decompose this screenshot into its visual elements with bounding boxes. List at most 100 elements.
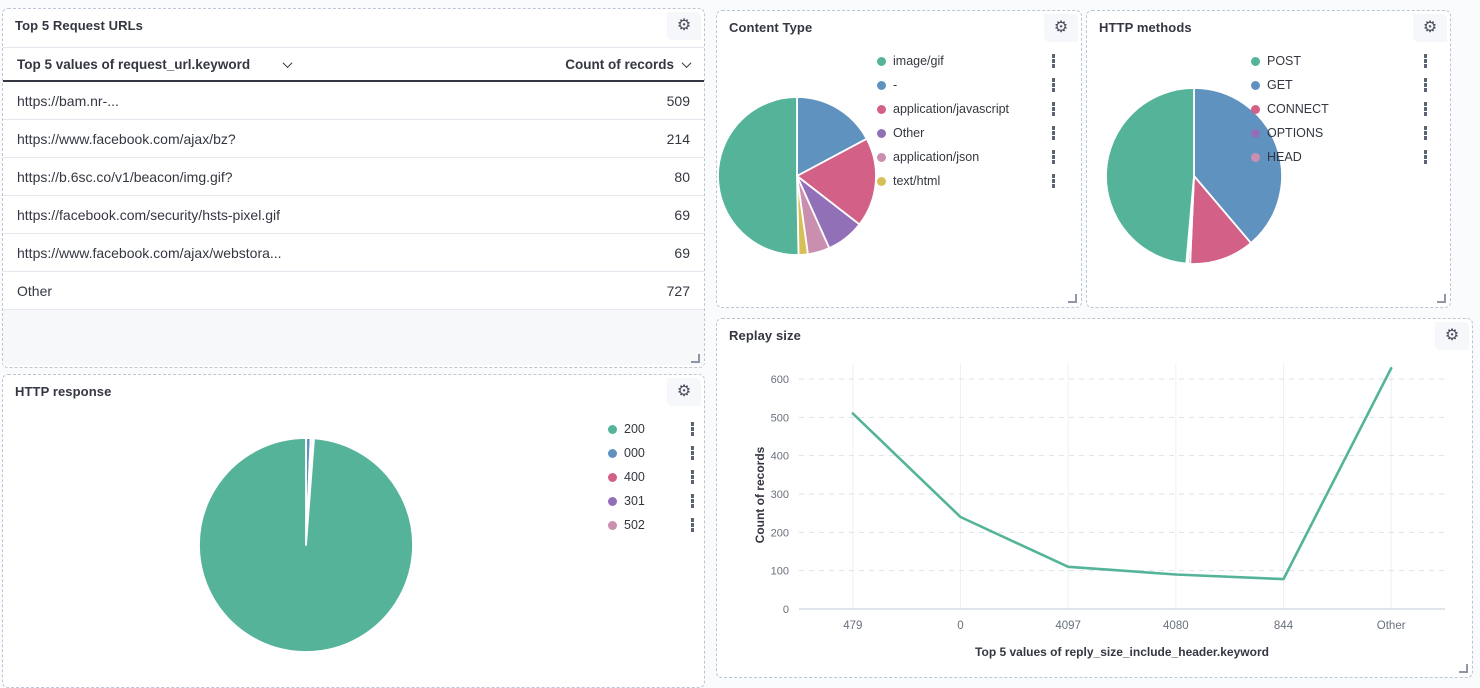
url-cell[interactable]: https://facebook.com/security/hsts-pixel…	[17, 207, 280, 223]
panel-title[interactable]: Top 5 Request URLs	[15, 18, 143, 33]
legend-actions-icon[interactable]	[689, 468, 697, 486]
legend-label[interactable]: POST	[1267, 54, 1301, 68]
count-cell[interactable]: 69	[674, 245, 690, 261]
legend-label[interactable]: OPTIONS	[1267, 126, 1323, 140]
pie-slice[interactable]	[718, 97, 798, 255]
legend-label[interactable]: text/html	[893, 174, 940, 188]
count-cell[interactable]: 727	[667, 283, 690, 299]
legend-actions-icon[interactable]	[1422, 100, 1430, 118]
legend-actions-icon[interactable]	[1422, 52, 1430, 70]
panel-resize-handle[interactable]	[1437, 294, 1446, 303]
panel-resize-handle[interactable]	[1459, 664, 1468, 673]
panel-resize-handle[interactable]	[1068, 294, 1077, 303]
legend-actions-icon[interactable]	[1050, 52, 1058, 70]
legend-item[interactable]: CONNECT	[1251, 97, 1429, 121]
legend-label[interactable]: application/json	[893, 150, 979, 164]
legend-label[interactable]: image/gif	[893, 54, 944, 68]
table-row[interactable]: https://www.facebook.com/ajax/webstora..…	[3, 234, 704, 272]
legend-item[interactable]: HEAD	[1251, 145, 1429, 169]
legend-label[interactable]: 502	[624, 518, 645, 532]
panel-http-methods: HTTP methods ⚙ POST GET CONNECT OPTIONS HEAD	[1086, 10, 1451, 308]
legend-item[interactable]: image/gif	[877, 49, 1057, 73]
url-cell[interactable]: https://www.facebook.com/ajax/webstora..…	[17, 245, 282, 261]
panel-settings-button[interactable]: ⚙	[667, 378, 701, 406]
legend-actions-icon[interactable]	[1050, 124, 1058, 142]
legend-item[interactable]: Other	[877, 121, 1057, 145]
legend-actions-icon[interactable]	[1422, 124, 1430, 142]
table-row[interactable]: https://bam.nr-... 509	[3, 82, 704, 120]
svg-text:500: 500	[771, 412, 789, 424]
svg-text:4080: 4080	[1163, 620, 1189, 632]
legend-label[interactable]: -	[893, 78, 897, 92]
panel-resize-handle[interactable]	[691, 354, 700, 363]
legend-item[interactable]: 400	[608, 465, 696, 489]
legend-label[interactable]: 301	[624, 494, 645, 508]
legend-actions-icon[interactable]	[689, 420, 697, 438]
legend-actions-icon[interactable]	[689, 492, 697, 510]
legend-actions-icon[interactable]	[689, 516, 697, 534]
legend-label[interactable]: Other	[893, 126, 924, 140]
url-cell[interactable]: https://b.6sc.co/v1/beacon/img.gif?	[17, 169, 233, 185]
legend-color-dot	[877, 177, 886, 186]
legend-actions-icon[interactable]	[1050, 172, 1058, 190]
panel-title[interactable]: HTTP methods	[1099, 20, 1192, 35]
url-cell[interactable]: Other	[17, 283, 52, 299]
svg-text:600: 600	[771, 374, 789, 386]
column-header-url[interactable]: Top 5 values of request_url.keyword	[17, 57, 291, 72]
legend-actions-icon[interactable]	[689, 444, 697, 462]
legend-item[interactable]: application/javascript	[877, 97, 1057, 121]
pie-slice[interactable]	[1106, 88, 1194, 264]
legend-label[interactable]: GET	[1267, 78, 1293, 92]
legend-item[interactable]: text/html	[877, 169, 1057, 193]
count-cell[interactable]: 80	[674, 169, 690, 185]
panel-settings-button[interactable]: ⚙	[1044, 14, 1078, 42]
panel-title[interactable]: Content Type	[729, 20, 812, 35]
legend-item[interactable]: 301	[608, 489, 696, 513]
gear-icon: ⚙	[677, 18, 691, 34]
table-row[interactable]: https://b.6sc.co/v1/beacon/img.gif? 80	[3, 158, 704, 196]
legend-item[interactable]: application/json	[877, 145, 1057, 169]
legend-actions-icon[interactable]	[1050, 148, 1058, 166]
pie-slice[interactable]	[199, 438, 413, 652]
legend-item[interactable]: OPTIONS	[1251, 121, 1429, 145]
legend-actions-icon[interactable]	[1050, 100, 1058, 118]
panel-settings-button[interactable]: ⚙	[667, 12, 701, 40]
table-row[interactable]: https://www.facebook.com/ajax/bz? 214	[3, 120, 704, 158]
gear-icon: ⚙	[1054, 20, 1068, 36]
legend-item[interactable]: GET	[1251, 73, 1429, 97]
legend-actions-icon[interactable]	[1050, 76, 1058, 94]
legend-item[interactable]: 000	[608, 441, 696, 465]
y-axis-title: Count of records	[753, 415, 767, 575]
count-cell[interactable]: 69	[674, 207, 690, 223]
legend-item[interactable]: 502	[608, 513, 696, 537]
table-row[interactable]: Other 727	[3, 272, 704, 310]
url-cell[interactable]: https://www.facebook.com/ajax/bz?	[17, 131, 236, 147]
content-type-pie-chart[interactable]	[717, 96, 877, 256]
http-response-pie-chart[interactable]	[198, 437, 414, 653]
legend-item[interactable]: POST	[1251, 49, 1429, 73]
count-cell[interactable]: 509	[667, 93, 690, 109]
svg-text:200: 200	[771, 527, 789, 539]
panel-title[interactable]: HTTP response	[15, 384, 111, 399]
legend-item[interactable]: -	[877, 73, 1057, 97]
count-cell[interactable]: 214	[667, 131, 690, 147]
legend-label[interactable]: 000	[624, 446, 645, 460]
table-row[interactable]: https://facebook.com/security/hsts-pixel…	[3, 196, 704, 234]
legend-label[interactable]: HEAD	[1267, 150, 1302, 164]
gear-icon: ⚙	[677, 384, 691, 400]
panel-settings-button[interactable]: ⚙	[1413, 14, 1447, 42]
legend-actions-icon[interactable]	[1422, 148, 1430, 166]
legend-item[interactable]: 200	[608, 417, 696, 441]
legend-color-dot	[1251, 81, 1260, 90]
legend-label[interactable]: 400	[624, 470, 645, 484]
legend-color-dot	[877, 105, 886, 114]
url-cell[interactable]: https://bam.nr-...	[17, 93, 119, 109]
svg-text:479: 479	[843, 620, 862, 632]
replay-size-line-chart[interactable]: 0100200300400500600479040974080844Other	[717, 319, 1474, 679]
column-header-count[interactable]: Count of records	[565, 57, 690, 72]
legend-actions-icon[interactable]	[1422, 76, 1430, 94]
legend-label[interactable]: CONNECT	[1267, 102, 1329, 116]
legend-label[interactable]: application/javascript	[893, 102, 1009, 116]
http-methods-legend: POST GET CONNECT OPTIONS HEAD	[1251, 49, 1429, 169]
legend-label[interactable]: 200	[624, 422, 645, 436]
